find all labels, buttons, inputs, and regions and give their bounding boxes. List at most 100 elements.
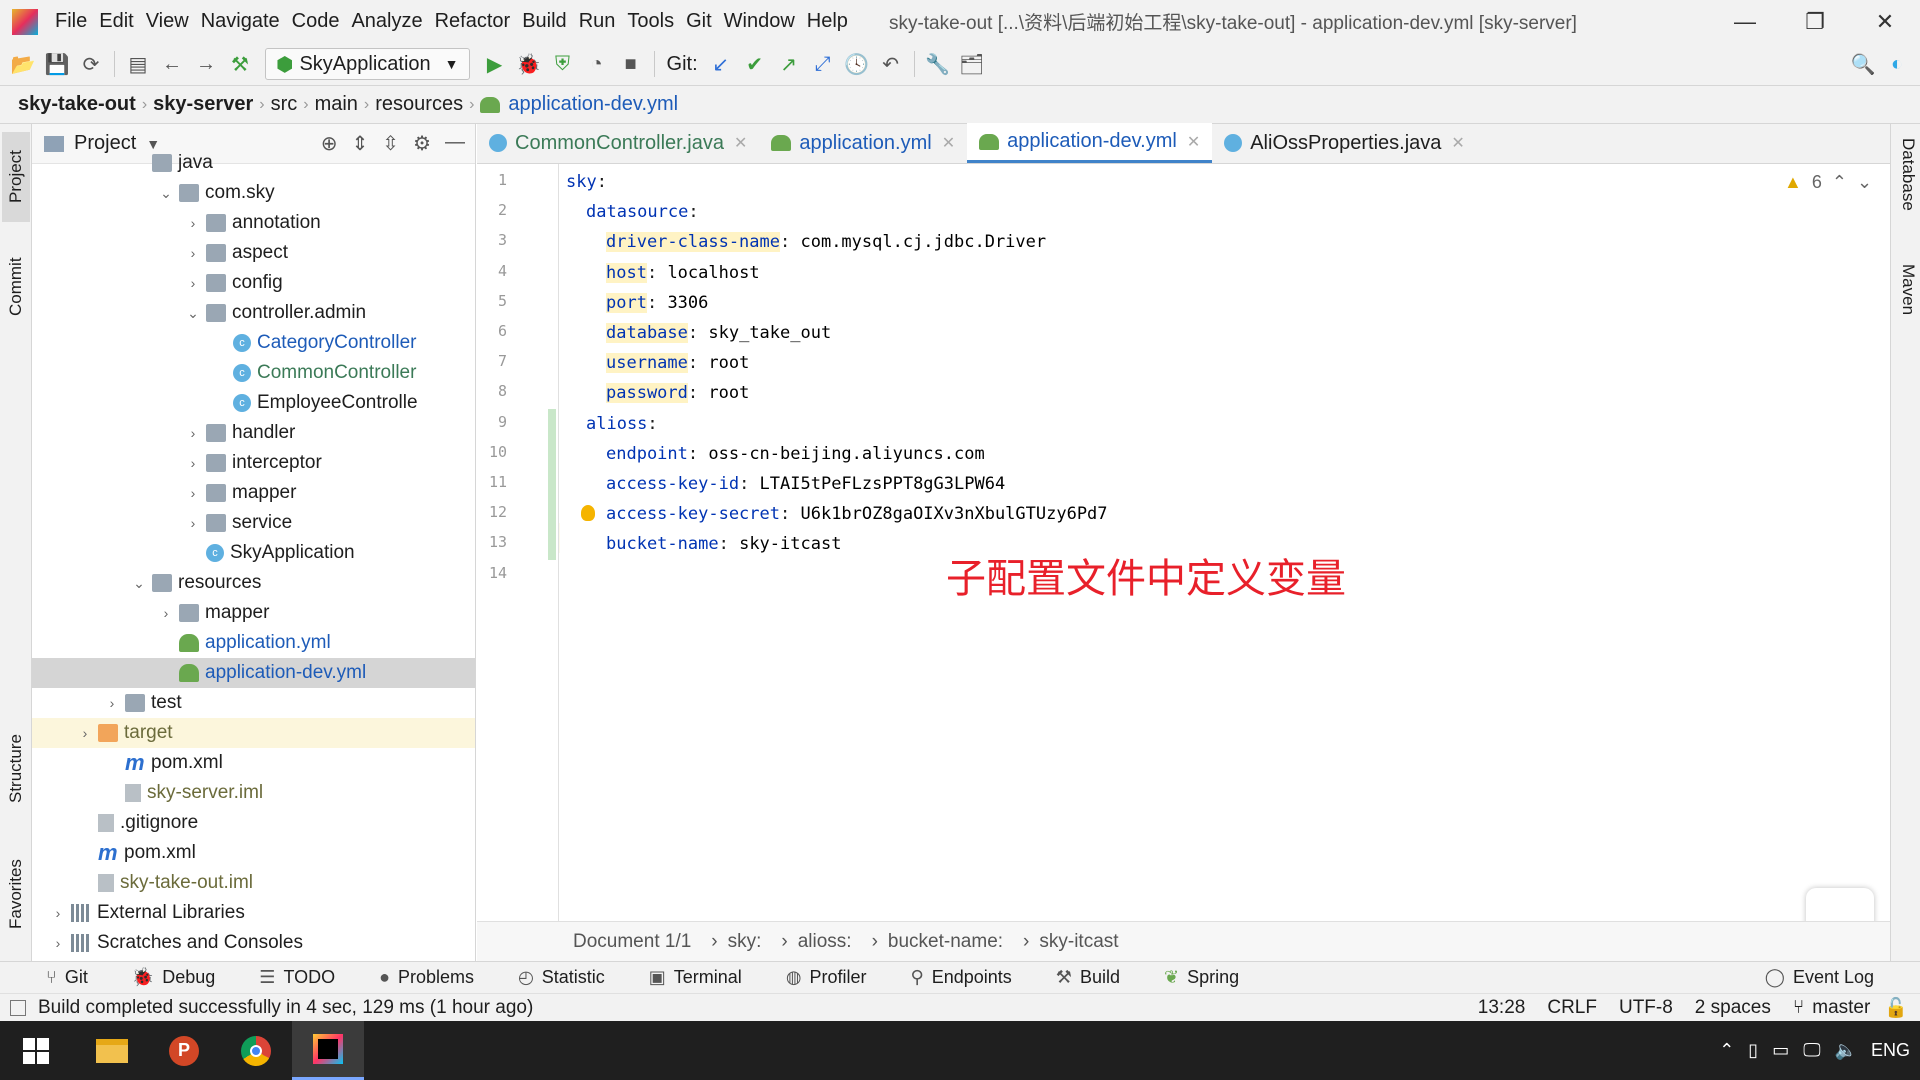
breadcrumb-alioss[interactable]: alioss: bbox=[798, 931, 852, 953]
chevron-right-icon[interactable]: › bbox=[49, 905, 67, 921]
run-icon[interactable]: ▶ bbox=[478, 47, 512, 81]
structure-tool-tab[interactable]: Structure bbox=[2, 714, 30, 824]
file-encoding[interactable]: UTF-8 bbox=[1619, 997, 1673, 1019]
git-push-icon[interactable]: ↗ bbox=[772, 47, 806, 81]
chrome-icon[interactable] bbox=[220, 1021, 292, 1080]
tree-item[interactable]: › annotation bbox=[32, 208, 475, 238]
chevron-right-icon[interactable]: › bbox=[184, 215, 202, 231]
battery-icon[interactable]: ▭ bbox=[1772, 1040, 1789, 1061]
input-language[interactable]: ENG bbox=[1871, 1040, 1910, 1061]
tree-item[interactable]: ⌄ com.sky bbox=[32, 178, 475, 208]
open-folder-icon[interactable]: 📂 bbox=[6, 47, 40, 81]
tree-item[interactable]: application-dev.yml bbox=[32, 658, 475, 688]
back-arrow-icon[interactable]: ← bbox=[155, 47, 189, 81]
coverage-icon[interactable]: ⛨ bbox=[546, 47, 580, 81]
volume-icon[interactable]: 🔈 bbox=[1835, 1040, 1857, 1061]
chevron-right-icon[interactable]: › bbox=[184, 425, 202, 441]
editor-tab[interactable]: AliOssProperties.java ✕ bbox=[1212, 123, 1477, 163]
breadcrumb-item[interactable]: resources bbox=[369, 93, 469, 116]
chevron-right-icon[interactable]: › bbox=[76, 725, 94, 741]
breadcrumb-item[interactable]: sky-server bbox=[147, 93, 259, 116]
menu-help[interactable]: Help bbox=[806, 10, 849, 33]
breadcrumb-sky[interactable]: sky: bbox=[728, 931, 762, 953]
chevron-right-icon[interactable]: › bbox=[184, 455, 202, 471]
chevron-right-icon[interactable]: › bbox=[184, 245, 202, 261]
tree-item[interactable]: ⌄ resources bbox=[32, 568, 475, 598]
tree-item[interactable]: › aspect bbox=[32, 238, 475, 268]
file-explorer-icon[interactable] bbox=[76, 1021, 148, 1080]
tree-item[interactable]: ⌄ controller.admin bbox=[32, 298, 475, 328]
profile-icon[interactable]: ◔ bbox=[580, 47, 614, 81]
tree-item[interactable]: › test bbox=[32, 688, 475, 718]
chevron-down-icon[interactable]: ⌄ bbox=[130, 575, 148, 592]
vcs-change-marker[interactable] bbox=[548, 408, 556, 560]
indent-setting[interactable]: 2 spaces bbox=[1695, 997, 1771, 1019]
commit-tool-tab[interactable]: Commit bbox=[2, 242, 30, 332]
tree-item[interactable]: › External Libraries bbox=[32, 898, 475, 928]
inspection-widget[interactable]: ▲ 6 ⌃ ⌄ bbox=[1784, 172, 1872, 193]
chevron-down-icon[interactable]: ⌄ bbox=[157, 185, 175, 202]
code-editor[interactable]: sky: datasource: driver-class-name: com.my… bbox=[560, 164, 1768, 921]
chevron-right-icon[interactable]: › bbox=[184, 515, 202, 531]
tree-item[interactable]: › handler bbox=[32, 418, 475, 448]
settings-wrench-icon[interactable]: 🔧 bbox=[921, 47, 955, 81]
close-tab-icon[interactable]: ✕ bbox=[1451, 133, 1464, 153]
toggle-tool-windows-icon[interactable] bbox=[10, 999, 26, 1016]
tool-problems[interactable]: ● Problems bbox=[379, 967, 474, 988]
tree-item[interactable]: › interceptor bbox=[32, 448, 475, 478]
stop-icon[interactable]: ■ bbox=[614, 47, 648, 81]
network-icon[interactable]: 🖵 bbox=[1803, 1040, 1820, 1061]
close-tab-icon[interactable]: ✕ bbox=[734, 133, 747, 153]
chevron-right-icon[interactable]: › bbox=[184, 275, 202, 291]
favorites-tool-tab[interactable]: Favorites bbox=[2, 844, 30, 944]
tool-todo[interactable]: ☰ TODO bbox=[259, 967, 335, 988]
database-tool-tab[interactable]: Database bbox=[1894, 138, 1918, 248]
project-structure-folder-icon[interactable]: 🗂 bbox=[955, 47, 989, 81]
tool-debug[interactable]: 🐞 Debug bbox=[132, 967, 215, 988]
build-hammer-icon[interactable]: ⚒ bbox=[223, 47, 257, 81]
menu-run[interactable]: Run bbox=[578, 10, 617, 33]
tool-profiler[interactable]: ◍ Profiler bbox=[786, 967, 867, 988]
lightbulb-icon[interactable] bbox=[581, 505, 595, 522]
tree-item[interactable]: › target bbox=[32, 718, 475, 748]
tree-item[interactable]: sky-server.iml bbox=[32, 778, 475, 808]
editor-tab[interactable]: application-dev.yml ✕ bbox=[967, 123, 1213, 163]
close-tab-icon[interactable]: ✕ bbox=[942, 133, 955, 153]
menu-tools[interactable]: Tools bbox=[626, 10, 675, 33]
chevron-down-icon[interactable]: ⌄ bbox=[184, 305, 202, 322]
previous-highlight-icon[interactable]: ⌃ bbox=[1832, 172, 1847, 193]
tool-statistic[interactable]: ◴ Statistic bbox=[518, 967, 605, 988]
breadcrumb-bucket-name[interactable]: bucket-name: bbox=[888, 931, 1003, 953]
menu-build[interactable]: Build bbox=[521, 10, 567, 33]
status-message[interactable]: Build completed successfully in 4 sec, 1… bbox=[38, 997, 533, 1019]
tree-item[interactable]: c SkyApplication bbox=[32, 538, 475, 568]
menu-edit[interactable]: Edit bbox=[98, 10, 134, 33]
menu-window[interactable]: Window bbox=[723, 10, 796, 33]
breadcrumb-item[interactable]: main bbox=[309, 93, 364, 116]
caret-position[interactable]: 13:28 bbox=[1478, 997, 1526, 1019]
close-tab-icon[interactable]: ✕ bbox=[1187, 132, 1200, 152]
windows-start-icon[interactable] bbox=[0, 1021, 72, 1080]
project-structure-icon[interactable]: ▤ bbox=[121, 47, 155, 81]
tree-item[interactable]: › mapper bbox=[32, 598, 475, 628]
git-update-icon[interactable]: ↙ bbox=[704, 47, 738, 81]
tool-spring[interactable]: ❦ Spring bbox=[1164, 967, 1239, 988]
git-rollback-icon[interactable]: ↶ bbox=[874, 47, 908, 81]
tool-endpoints[interactable]: ⚲ Endpoints bbox=[911, 967, 1012, 988]
menu-code[interactable]: Code bbox=[291, 10, 341, 33]
save-icon[interactable]: 💾 bbox=[40, 47, 74, 81]
lock-icon[interactable]: 🔓 bbox=[1884, 996, 1908, 1020]
tree-item[interactable]: c EmployeeControlle bbox=[32, 388, 475, 418]
tree-item[interactable]: .gitignore bbox=[32, 808, 475, 838]
debug-icon[interactable]: 🐞 bbox=[512, 47, 546, 81]
breadcrumb-item[interactable]: src bbox=[265, 93, 304, 116]
tree-item[interactable]: m pom.xml bbox=[32, 748, 475, 778]
tree-item[interactable]: › Scratches and Consoles bbox=[32, 928, 475, 958]
project-tool-tab[interactable]: Project bbox=[2, 132, 30, 222]
tree-item[interactable]: java bbox=[32, 148, 475, 178]
tree-item[interactable]: c CategoryController bbox=[32, 328, 475, 358]
menu-analyze[interactable]: Analyze bbox=[350, 10, 423, 33]
chevron-up-icon[interactable]: ⌃ bbox=[1719, 1040, 1734, 1061]
menu-file[interactable]: File bbox=[54, 10, 88, 33]
breadcrumb-item[interactable]: application-dev.yml bbox=[508, 93, 684, 116]
